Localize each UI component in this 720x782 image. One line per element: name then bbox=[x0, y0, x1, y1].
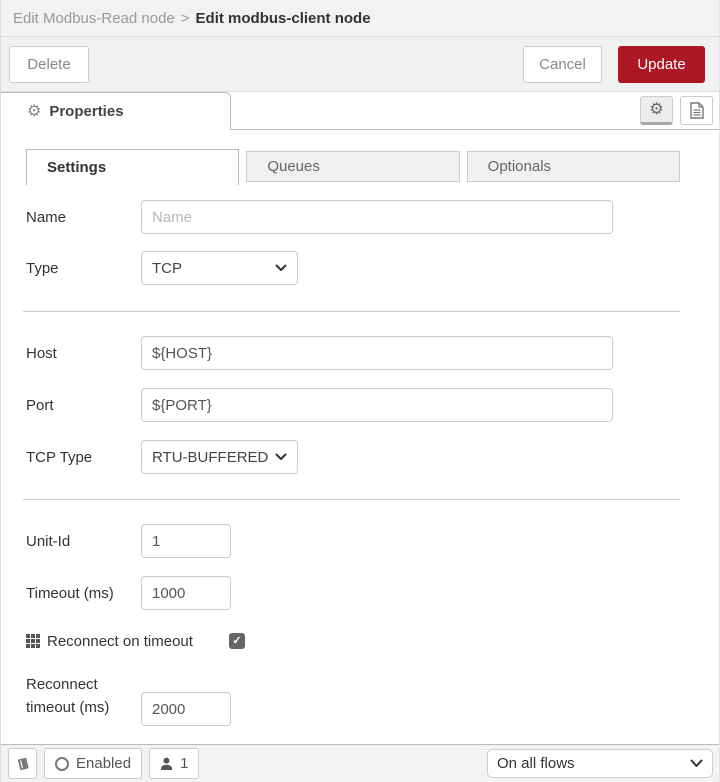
timeout-input[interactable] bbox=[141, 576, 231, 610]
section-divider bbox=[23, 311, 680, 312]
book-icon bbox=[15, 756, 31, 772]
chevron-down-icon bbox=[690, 759, 703, 768]
tab-properties[interactable]: ⚙ Properties bbox=[1, 92, 231, 130]
node-users-button[interactable]: 1 bbox=[149, 748, 200, 779]
chevron-down-icon bbox=[275, 264, 287, 272]
grid-icon bbox=[26, 634, 40, 648]
scope-select[interactable]: On all flows bbox=[487, 749, 713, 778]
timeout-label: Timeout (ms) bbox=[26, 584, 114, 602]
node-settings-button[interactable]: ⚙ bbox=[640, 96, 673, 125]
host-input[interactable] bbox=[141, 336, 613, 370]
tab-settings[interactable]: Settings bbox=[26, 149, 240, 185]
cancel-button[interactable]: Cancel bbox=[523, 45, 602, 83]
reconnect-on-timeout-checkbox[interactable]: ✓ bbox=[228, 633, 245, 649]
tab-queues[interactable]: Queues bbox=[246, 151, 460, 182]
port-input[interactable] bbox=[141, 388, 613, 422]
gear-icon: ⚙ bbox=[27, 102, 42, 120]
enabled-label: Enabled bbox=[76, 755, 132, 772]
node-help-button[interactable] bbox=[8, 748, 37, 779]
dialog-toolbar: Delete Cancel Update bbox=[1, 37, 719, 92]
name-label: Name bbox=[26, 208, 67, 226]
reconnect-on-timeout-label: Reconnect on timeout bbox=[47, 632, 193, 650]
breadcrumb-parent-link[interactable]: Edit Modbus-Read node bbox=[13, 10, 175, 27]
user-icon bbox=[160, 757, 173, 771]
breadcrumb-separator: > bbox=[180, 9, 190, 27]
tcp-type-label: TCP Type bbox=[26, 448, 93, 466]
settings-tab-strip: Settings Queues Optionals bbox=[26, 149, 680, 185]
settings-form: Name Type TCP Host Port TCP Type RTU-BUF… bbox=[1, 200, 719, 726]
chevron-down-icon bbox=[275, 453, 287, 461]
document-icon bbox=[689, 102, 704, 119]
scope-select-value: On all flows bbox=[497, 755, 575, 772]
tcp-type-select[interactable]: RTU-BUFFERED bbox=[141, 440, 298, 474]
update-button[interactable]: Update bbox=[618, 45, 705, 83]
page-title: Edit modbus-client node bbox=[195, 9, 371, 27]
breadcrumb: Edit Modbus-Read node > Edit modbus-clie… bbox=[1, 0, 719, 37]
type-select[interactable]: TCP bbox=[141, 251, 298, 285]
tcp-type-select-value: RTU-BUFFERED bbox=[152, 448, 269, 466]
port-label: Port bbox=[26, 396, 54, 414]
properties-tab-label: Properties bbox=[49, 103, 124, 120]
user-count: 1 bbox=[180, 755, 189, 772]
node-description-button[interactable] bbox=[680, 96, 713, 125]
type-select-value: TCP bbox=[152, 259, 182, 277]
reconnect-timeout-input[interactable] bbox=[141, 692, 231, 726]
reconnect-timeout-label: Reconnect timeout (ms) bbox=[26, 676, 110, 716]
host-label: Host bbox=[26, 344, 57, 362]
tab-optionals[interactable]: Optionals bbox=[466, 151, 680, 182]
unit-id-label: Unit-Id bbox=[26, 532, 71, 550]
dialog-footer: Enabled 1 On all flows bbox=[1, 744, 719, 782]
enabled-toggle-button[interactable]: Enabled bbox=[44, 748, 143, 779]
properties-header: ⚙ Properties ⚙ bbox=[1, 92, 719, 130]
gear-icon: ⚙ bbox=[649, 100, 664, 118]
circle-icon bbox=[55, 756, 69, 771]
unit-id-input[interactable] bbox=[141, 524, 231, 558]
type-label: Type bbox=[26, 259, 59, 277]
delete-button[interactable]: Delete bbox=[9, 45, 89, 83]
section-divider bbox=[23, 499, 680, 500]
name-input[interactable] bbox=[141, 200, 613, 234]
